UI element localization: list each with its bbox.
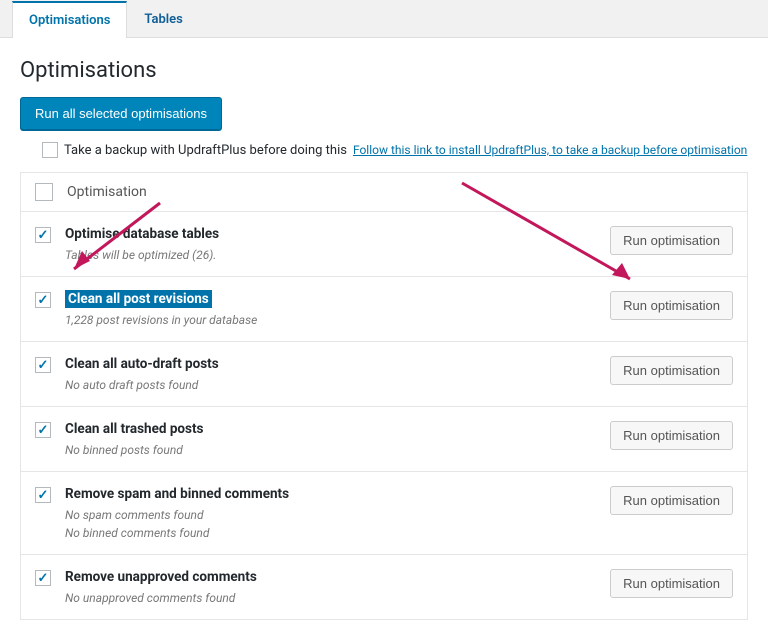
backup-label: Take a backup with UpdraftPlus before do…: [64, 143, 347, 158]
row-checkbox[interactable]: [35, 227, 51, 243]
table-row: Clean all post revisions 1,228 post revi…: [21, 277, 747, 342]
row-desc: No binned posts found: [65, 443, 596, 457]
row-title: Clean all post revisions: [65, 290, 212, 308]
table-row: Remove unapproved comments No unapproved…: [21, 555, 747, 619]
table-header-row: Optimisation: [21, 173, 747, 212]
row-desc: No auto draft posts found: [65, 378, 596, 392]
table-row: Optimise database tables Tables will be …: [21, 212, 747, 277]
row-desc: No binned comments found: [65, 526, 596, 540]
run-optimisation-button[interactable]: Run optimisation: [610, 356, 733, 385]
table-row: Remove spam and binned comments No spam …: [21, 472, 747, 555]
row-desc: 1,228 post revisions in your database: [65, 313, 596, 327]
table-header-label: Optimisation: [67, 184, 147, 200]
table-row: Clean all auto-draft posts No auto draft…: [21, 342, 747, 407]
table-row: Clean all trashed posts No binned posts …: [21, 407, 747, 472]
backup-row: Take a backup with UpdraftPlus before do…: [42, 142, 748, 158]
backup-checkbox[interactable]: [42, 142, 58, 158]
tab-optimisations[interactable]: Optimisations: [12, 1, 127, 38]
row-desc: No spam comments found: [65, 508, 596, 522]
row-title: Remove spam and binned comments: [65, 486, 596, 502]
row-desc: Tables will be optimized (26).: [65, 248, 596, 262]
row-checkbox[interactable]: [35, 487, 51, 503]
row-checkbox[interactable]: [35, 422, 51, 438]
row-title: Clean all auto-draft posts: [65, 356, 596, 372]
backup-install-link[interactable]: Follow this link to install UpdraftPlus,…: [353, 143, 747, 157]
run-optimisation-button[interactable]: Run optimisation: [610, 486, 733, 515]
row-title: Optimise database tables: [65, 226, 596, 242]
tab-bar: Optimisations Tables: [0, 0, 768, 38]
row-checkbox[interactable]: [35, 570, 51, 586]
run-optimisation-button[interactable]: Run optimisation: [610, 226, 733, 255]
select-all-checkbox[interactable]: [35, 183, 53, 201]
run-optimisation-button[interactable]: Run optimisation: [610, 421, 733, 450]
row-checkbox[interactable]: [35, 357, 51, 373]
run-optimisation-button[interactable]: Run optimisation: [610, 569, 733, 598]
page-title: Optimisations: [20, 58, 748, 83]
row-title: Clean all trashed posts: [65, 421, 596, 437]
row-checkbox[interactable]: [35, 292, 51, 308]
row-title: Remove unapproved comments: [65, 569, 596, 585]
run-optimisation-button[interactable]: Run optimisation: [610, 291, 733, 320]
row-desc: No unapproved comments found: [65, 591, 596, 605]
run-all-button[interactable]: Run all selected optimisations: [20, 97, 222, 130]
tab-tables[interactable]: Tables: [127, 1, 199, 38]
